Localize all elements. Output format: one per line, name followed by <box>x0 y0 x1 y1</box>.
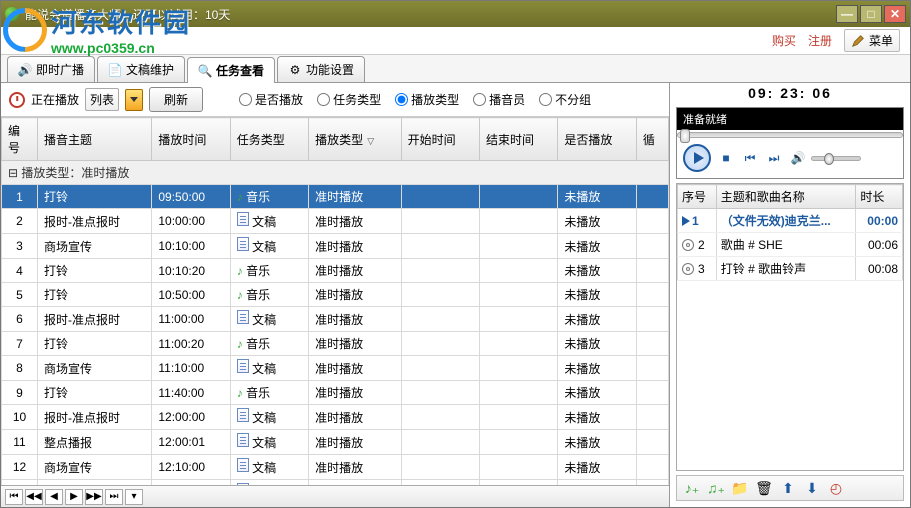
tab-doc[interactable]: 📄文稿维护 <box>97 56 185 82</box>
table-row[interactable]: 1打铃09:50:00♪ 音乐准时播放未播放 <box>2 185 669 209</box>
nav-prev[interactable]: ◀ <box>45 489 63 505</box>
add-notes-icon[interactable]: ♫₊ <box>707 479 725 497</box>
column-header[interactable]: 任务类型 <box>230 118 308 161</box>
radio-play[interactable]: 播放类型 <box>395 91 459 108</box>
column-header[interactable]: 播放时间 <box>152 118 230 161</box>
tab-speaker[interactable]: 🔊即时广播 <box>7 56 95 82</box>
nav-next[interactable]: ▶ <box>65 489 83 505</box>
register-link[interactable]: 注册 <box>808 32 832 49</box>
top-toolbar: 购买 注册 菜单 <box>1 27 910 55</box>
column-header[interactable]: 开始时间 <box>401 118 479 161</box>
playlist-row[interactable]: 2歌曲 # SHE00:06 <box>678 233 903 257</box>
nav-last[interactable]: ⏭ <box>105 489 123 505</box>
doc-icon: 📄 <box>108 63 122 77</box>
window-title: 能说会道播音大师。还可以试用：10天 <box>25 6 834 23</box>
add-folder-icon[interactable]: 📁 <box>731 479 749 497</box>
nav-nextpage[interactable]: ▶▶ <box>85 489 103 505</box>
table-row[interactable]: 7打铃11:00:20♪ 音乐准时播放未播放 <box>2 332 669 356</box>
schedule-icon[interactable]: ◴ <box>827 479 845 497</box>
table-row[interactable]: 5打铃10:50:00♪ 音乐准时播放未播放 <box>2 283 669 307</box>
group-row[interactable]: ⊟ 播放类型：准时播放 <box>2 161 669 185</box>
playlist-toolbar: ♪₊ ♫₊ 📁 🗑 ⬆ ⬇ ◴ <box>676 475 904 501</box>
playlist-row[interactable]: 3打铃 # 歌曲铃声00:08 <box>678 257 903 281</box>
list-dropdown-arrow[interactable] <box>125 89 143 111</box>
audio-player: 准备就绪 ■ ⏮ ⏭ 🔊 <box>676 107 904 179</box>
playlist-column[interactable]: 序号 <box>678 185 717 209</box>
maximize-button[interactable]: □ <box>860 5 882 23</box>
column-header[interactable]: 播音主题 <box>38 118 152 161</box>
volume-icon[interactable]: 🔊 <box>789 149 807 167</box>
grid-navigator: ⏮ ◀◀ ◀ ▶ ▶▶ ⏭ ▾ <box>1 485 669 507</box>
clock-icon <box>9 92 25 108</box>
nav-filter[interactable]: ▾ <box>125 489 143 505</box>
table-row[interactable]: 6报时-准点报时11:00:00 文稿准时播放未播放 <box>2 307 669 332</box>
menu-label: 菜单 <box>869 32 893 49</box>
table-row[interactable]: 10报时-准点报时12:00:00 文稿准时播放未播放 <box>2 405 669 430</box>
tab-bar: 🔊即时广播📄文稿维护🔍任务查看⚙功能设置 <box>1 55 910 83</box>
app-icon <box>5 7 19 21</box>
table-row[interactable]: 3商场宣传10:10:00 文稿准时播放未播放 <box>2 234 669 259</box>
titlebar[interactable]: 能说会道播音大师。还可以试用：10天 — □ ✕ <box>1 1 910 27</box>
move-down-icon[interactable]: ⬇ <box>803 479 821 497</box>
menu-button[interactable]: 菜单 <box>844 29 900 52</box>
table-row[interactable]: 8商场宣传11:10:00 文稿准时播放未播放 <box>2 356 669 381</box>
tab-gear[interactable]: ⚙功能设置 <box>277 56 365 82</box>
volume-slider[interactable] <box>811 156 861 161</box>
nav-prevpage[interactable]: ◀◀ <box>25 489 43 505</box>
speaker-icon: 🔊 <box>18 63 32 77</box>
search-icon: 🔍 <box>198 64 212 78</box>
radio-announcer[interactable]: 播音员 <box>473 91 525 108</box>
pen-icon <box>851 34 865 48</box>
table-row[interactable]: 9打铃11:40:00♪ 音乐准时播放未播放 <box>2 381 669 405</box>
table-row[interactable]: 11整点播报12:00:01 文稿准时播放未播放 <box>2 430 669 455</box>
playlist-column[interactable]: 主题和歌曲名称 <box>716 185 856 209</box>
table-row[interactable]: 4打铃10:10:20♪ 音乐准时播放未播放 <box>2 259 669 283</box>
digital-clock: 09: 23: 06 <box>670 83 910 103</box>
list-dropdown[interactable]: 列表 <box>85 88 119 111</box>
column-header[interactable]: 播放类型▽ <box>309 118 401 161</box>
add-note-icon[interactable]: ♪₊ <box>683 479 701 497</box>
tab-search[interactable]: 🔍任务查看 <box>187 57 275 83</box>
prev-track-button[interactable]: ⏮ <box>741 149 759 167</box>
seek-slider[interactable] <box>677 132 903 138</box>
column-header[interactable]: 结束时间 <box>480 118 558 161</box>
radio-none[interactable]: 不分组 <box>539 91 591 108</box>
table-row[interactable]: 13报时-准点报时13:00:00 文稿准时播放未播放 <box>2 480 669 486</box>
player-status: 准备就绪 <box>677 108 903 130</box>
filter-toolbar: 正在播放 列表 刷新 是否播放任务类型播放类型播音员不分组 <box>1 83 669 117</box>
move-up-icon[interactable]: ⬆ <box>779 479 797 497</box>
next-track-button[interactable]: ⏭ <box>765 149 783 167</box>
close-button[interactable]: ✕ <box>884 5 906 23</box>
table-row[interactable]: 12商场宣传12:10:00 文稿准时播放未播放 <box>2 455 669 480</box>
playlist-column[interactable]: 时长 <box>856 185 903 209</box>
nav-first[interactable]: ⏮ <box>5 489 23 505</box>
buy-link[interactable]: 购买 <box>772 32 796 49</box>
column-header[interactable]: 是否播放 <box>558 118 636 161</box>
playlist-row[interactable]: 1（文件无效)迪克兰...00:00 <box>678 209 903 233</box>
column-header[interactable]: 循 <box>636 118 668 161</box>
minimize-button[interactable]: — <box>836 5 858 23</box>
radio-task[interactable]: 任务类型 <box>317 91 381 108</box>
stop-button[interactable]: ■ <box>717 149 735 167</box>
table-row[interactable]: 2报时-准点报时10:00:00 文稿准时播放未播放 <box>2 209 669 234</box>
gear-icon: ⚙ <box>288 63 302 77</box>
task-grid[interactable]: 编号播音主题播放时间任务类型播放类型▽开始时间结束时间是否播放循 ⊟ 播放类型：… <box>1 117 669 485</box>
delete-icon[interactable]: 🗑 <box>755 479 773 497</box>
nowplaying-label: 正在播放 <box>31 91 79 108</box>
playlist[interactable]: 序号主题和歌曲名称时长 1（文件无效)迪克兰...00:002歌曲 # SHE0… <box>676 183 904 471</box>
radio-broadcast[interactable]: 是否播放 <box>239 91 303 108</box>
play-button[interactable] <box>683 144 711 172</box>
refresh-button[interactable]: 刷新 <box>149 87 203 112</box>
group-radios: 是否播放任务类型播放类型播音员不分组 <box>239 91 591 108</box>
column-header[interactable]: 编号 <box>2 118 38 161</box>
